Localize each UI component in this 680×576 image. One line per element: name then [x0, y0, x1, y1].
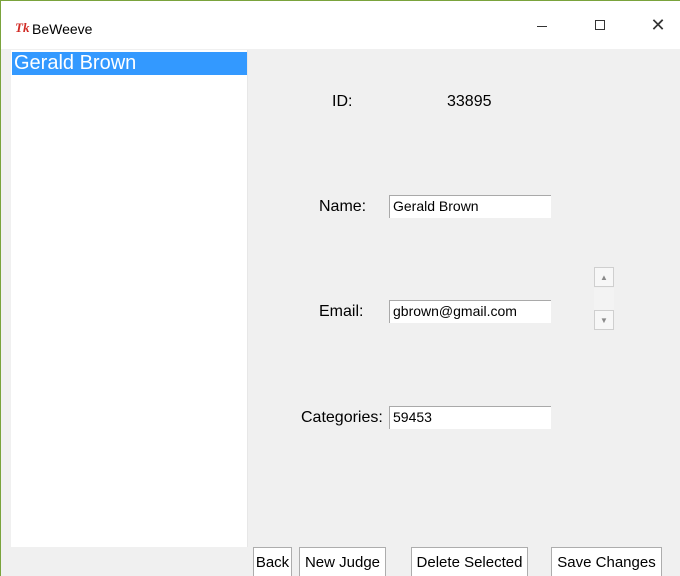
categories-label: Categories:	[301, 409, 383, 426]
minimize-icon	[537, 25, 547, 27]
id-label: ID:	[332, 93, 353, 110]
save-changes-button[interactable]: Save Changes	[551, 547, 662, 576]
minimize-button[interactable]	[519, 1, 565, 49]
new-judge-button[interactable]: New Judge	[299, 547, 386, 576]
title-bar: Tk BeWeeve ✕	[1, 1, 680, 49]
chevron-up-icon: ▲	[600, 272, 608, 282]
close-button[interactable]: ✕	[635, 1, 680, 49]
chevron-down-icon: ▼	[600, 315, 608, 325]
name-label: Name:	[319, 198, 367, 215]
scroll-track[interactable]	[594, 288, 614, 310]
email-field[interactable]: gbrown@gmail.com	[389, 300, 551, 323]
separator	[249, 48, 381, 49]
window-title: BeWeeve	[32, 21, 93, 37]
judges-listbox[interactable]: Gerald Brown	[11, 50, 248, 547]
scroll-down-button[interactable]: ▼	[594, 310, 614, 330]
maximize-button[interactable]	[577, 1, 623, 49]
email-label: Email:	[319, 303, 364, 320]
id-value: 33895	[447, 93, 492, 110]
name-field[interactable]: Gerald Brown	[389, 195, 551, 218]
back-button[interactable]: Back	[253, 547, 292, 576]
list-item-selected[interactable]: Gerald Brown	[12, 52, 247, 75]
close-icon: ✕	[650, 15, 666, 35]
maximize-icon	[595, 20, 605, 30]
scroll-up-button[interactable]: ▲	[594, 267, 614, 287]
categories-field[interactable]: 59453	[389, 406, 551, 429]
app-window: Tk BeWeeve ✕ Gerald Brown ID: 33895 Name…	[0, 0, 680, 576]
delete-selected-button[interactable]: Delete Selected	[411, 547, 528, 576]
